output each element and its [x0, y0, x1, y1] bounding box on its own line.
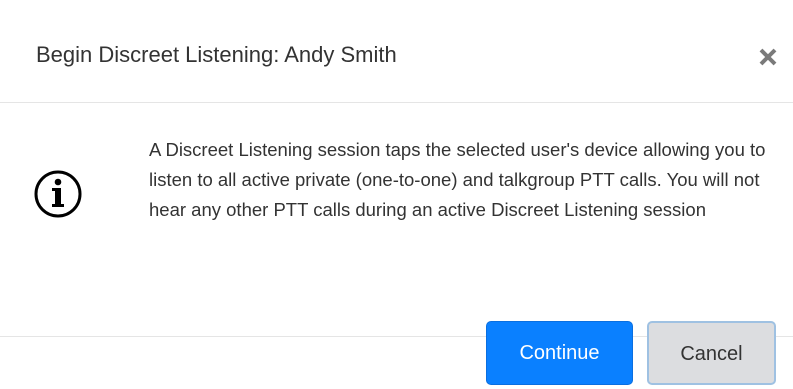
dialog-footer: Continue Cancel [0, 321, 793, 389]
continue-button[interactable]: Continue [486, 321, 633, 385]
close-button[interactable] [752, 41, 784, 73]
discreet-listening-dialog: Begin Discreet Listening: Andy Smith A D… [0, 0, 793, 389]
dialog-header: Begin Discreet Listening: Andy Smith [0, 0, 793, 103]
cancel-button[interactable]: Cancel [647, 321, 776, 385]
close-icon [759, 48, 777, 66]
dialog-title: Begin Discreet Listening: Andy Smith [36, 42, 397, 67]
info-circle-icon [34, 170, 82, 218]
dialog-message: A Discreet Listening session taps the se… [149, 139, 766, 220]
dialog-body: A Discreet Listening session taps the se… [0, 103, 793, 337]
